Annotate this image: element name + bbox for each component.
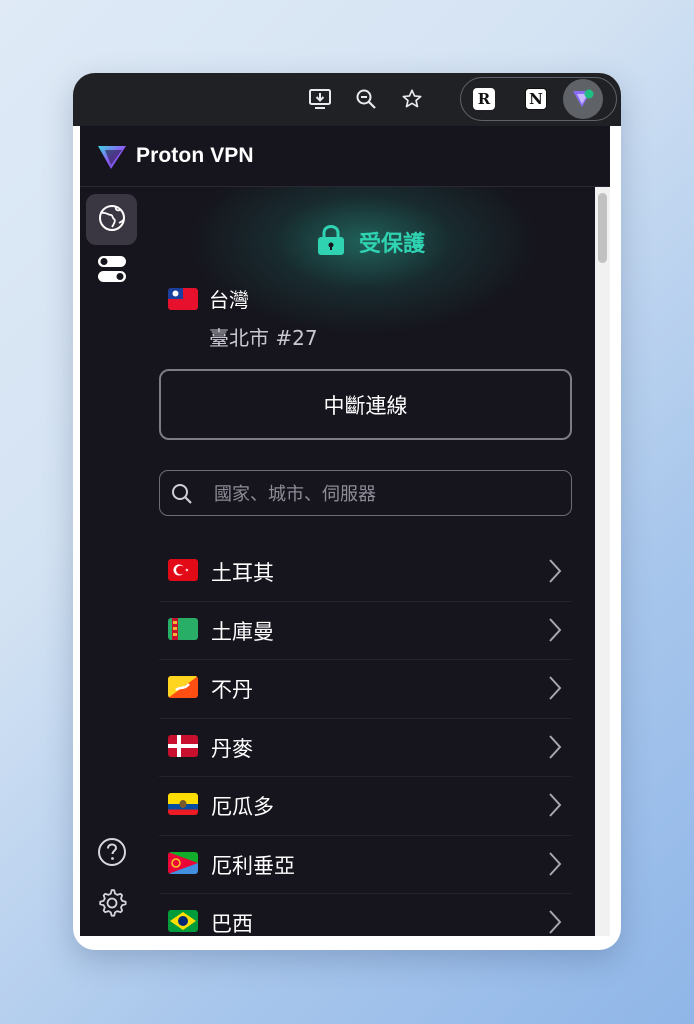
country-name: 土庫曼 [211, 619, 274, 644]
connected-country: 台灣 [168, 284, 249, 313]
scrollbar-thumb[interactable] [598, 193, 607, 263]
scrollbar[interactable] [595, 187, 610, 936]
brazil-flag-icon [168, 910, 198, 932]
country-name: 丹麥 [211, 736, 253, 761]
country-row-turkey[interactable]: 土耳其 [159, 543, 572, 602]
chevron-right-icon[interactable] [548, 617, 562, 647]
country-row-brazil[interactable]: 巴西 [159, 894, 572, 936]
proton-vpn-extension-icon[interactable] [563, 79, 603, 119]
search-box[interactable] [159, 470, 572, 516]
eritrea-flag-icon [168, 851, 198, 874]
features-tab-button[interactable] [86, 245, 137, 296]
connected-server: 臺北市 #27 [209, 326, 318, 350]
countries-tab-button[interactable] [86, 194, 137, 245]
country-name: 巴西 [211, 912, 253, 936]
popup-header: Proton VPN [80, 126, 610, 187]
settings-button[interactable] [86, 879, 137, 930]
vpn-popup: Proton VPN 受保護 台灣 臺北市 #27 中斷連線 國家、城市、伺服器… [80, 126, 610, 936]
chevron-right-icon[interactable] [548, 734, 562, 764]
country-name: 不丹 [211, 678, 253, 702]
brand-name: Proton VPN [136, 144, 254, 167]
help-icon [96, 836, 128, 872]
country-row-ecuador[interactable]: 厄瓜多 [159, 777, 572, 836]
help-button[interactable] [86, 828, 137, 879]
search-input[interactable] [212, 479, 556, 509]
taiwan-flag-icon [168, 287, 198, 310]
readwise-reader-extension-icon[interactable]: R [473, 88, 495, 110]
chevron-right-icon[interactable] [548, 909, 562, 936]
disconnect-button[interactable]: 中斷連線 [159, 369, 572, 440]
chevron-right-icon[interactable] [548, 792, 562, 822]
bookmark-star-icon[interactable] [396, 83, 428, 115]
status-text: 受保護 [359, 232, 426, 257]
toggles-icon [96, 253, 128, 289]
country-name: 土耳其 [211, 561, 274, 585]
browser-toolbar: R N [73, 73, 621, 126]
notion-glyph: N [529, 90, 543, 108]
proton-vpn-logo-icon [97, 144, 127, 174]
popup-sidebar [80, 187, 144, 936]
denmark-flag-icon [168, 734, 198, 757]
ecuador-flag-icon [168, 793, 198, 815]
turkey-flag-icon [168, 559, 198, 581]
chevron-right-icon[interactable] [548, 851, 562, 881]
readwise-glyph: R [477, 90, 491, 108]
notion-extension-icon[interactable]: N [525, 88, 547, 110]
zoom-out-icon[interactable] [350, 83, 382, 115]
lock-icon [317, 224, 345, 260]
country-list: 土耳其 土庫曼 不丹 丹麥 厄瓜多 厄利垂亞 巴西 [159, 543, 572, 936]
connection-status: 受保護 [317, 224, 425, 260]
chevron-right-icon[interactable] [548, 675, 562, 705]
status-glow [184, 187, 544, 337]
connected-country-name: 台灣 [209, 288, 249, 312]
chevron-right-icon[interactable] [548, 558, 562, 588]
country-row-denmark[interactable]: 丹麥 [159, 719, 572, 777]
country-name: 厄利垂亞 [211, 853, 295, 878]
country-row-eritrea[interactable]: 厄利垂亞 [159, 836, 572, 894]
country-name: 厄瓜多 [211, 795, 274, 819]
turkmenistan-flag-icon [168, 617, 198, 640]
country-row-turkmenistan[interactable]: 土庫曼 [159, 602, 572, 660]
install-app-icon[interactable] [304, 83, 336, 115]
popup-main: 受保護 台灣 臺北市 #27 中斷連線 國家、城市、伺服器 土耳其 土庫曼 不丹… [144, 187, 595, 936]
settings-gear-icon [96, 887, 128, 923]
globe-icon [97, 203, 127, 237]
bhutan-flag-icon [168, 676, 198, 698]
browser-window: R N Proton VPN 受保護 台灣 臺北市 #27 中斷連線 國家、城市… [73, 73, 621, 950]
country-row-bhutan[interactable]: 不丹 [159, 660, 572, 719]
search-icon [170, 482, 194, 510]
